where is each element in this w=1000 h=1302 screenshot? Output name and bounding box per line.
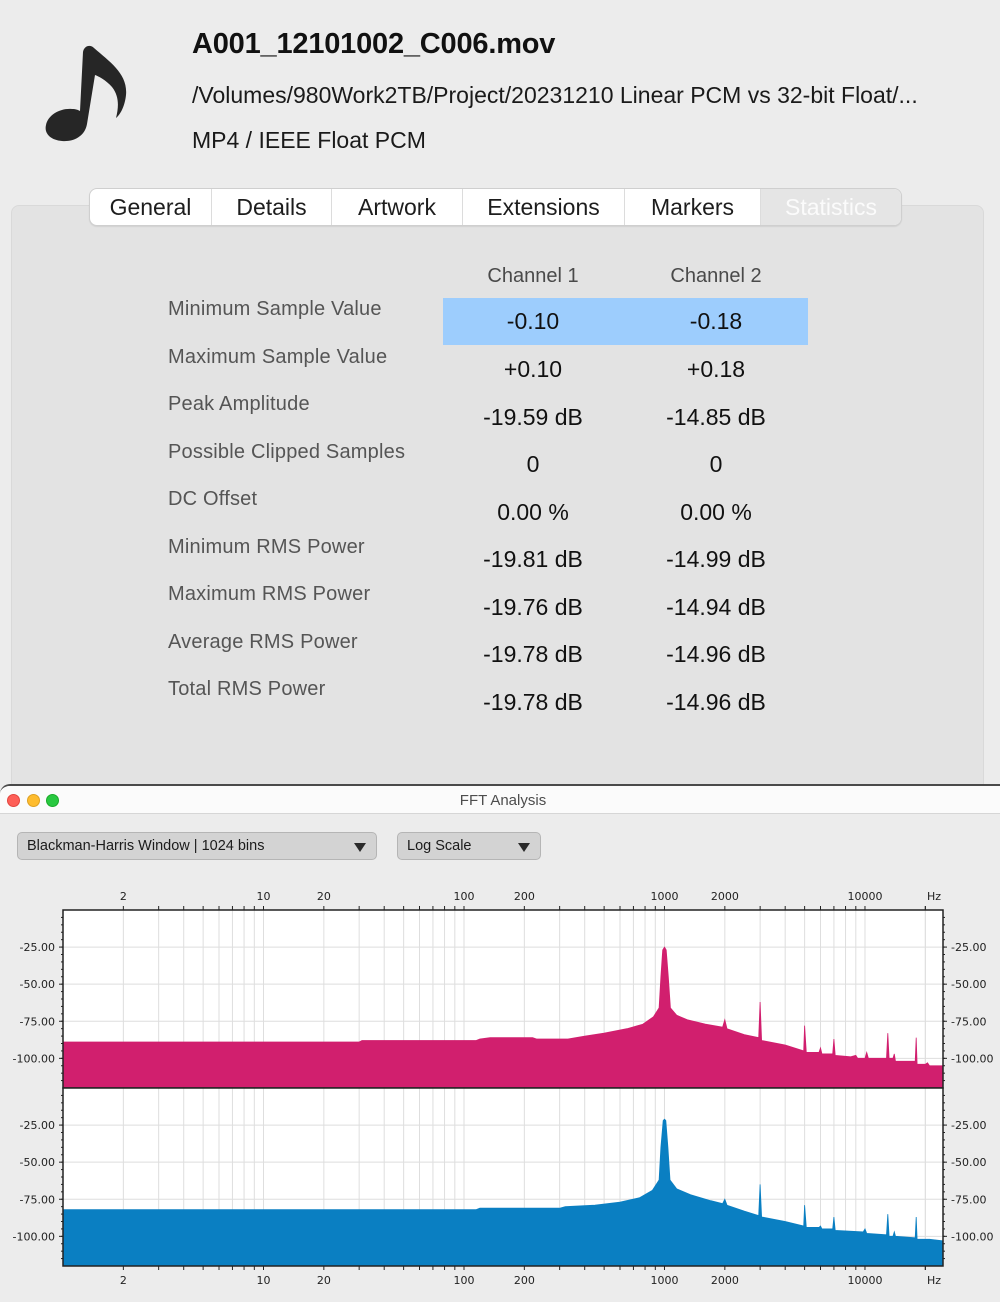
x-tick-label: 200: [514, 1274, 535, 1287]
x-tick-label: 10: [256, 890, 270, 903]
y-tick-label-right: -100.00: [951, 1230, 993, 1243]
y-tick-label-right: -50.00: [951, 978, 986, 991]
y-tick-label-right: -25.00: [951, 941, 986, 954]
y-tick-label-right: -25.00: [951, 1119, 986, 1132]
audio-file-info-window: A001_12101002_C006.mov /Volumes/980Work2…: [0, 0, 1000, 1302]
x-tick-label: 2: [120, 890, 127, 903]
x-tick-label: 10000: [847, 890, 882, 903]
y-tick-label-left: -25.00: [20, 1119, 55, 1132]
y-tick-label-right: -50.00: [951, 1156, 986, 1169]
x-unit-label: Hz: [927, 890, 941, 903]
y-tick-label-right: -75.00: [951, 1193, 986, 1206]
x-tick-label: 10: [256, 1274, 270, 1287]
x-tick-label: 1000: [650, 890, 678, 903]
y-tick-label-left: -50.00: [20, 1156, 55, 1169]
y-tick-label-right: -100.00: [951, 1052, 993, 1065]
y-tick-label-left: -75.00: [20, 1193, 55, 1206]
y-tick-label-left: -25.00: [20, 941, 55, 954]
y-tick-label-right: -75.00: [951, 1015, 986, 1028]
x-tick-label: 100: [453, 890, 474, 903]
x-tick-label: 20: [317, 890, 331, 903]
x-unit-label: Hz: [927, 1274, 941, 1287]
x-tick-label: 20: [317, 1274, 331, 1287]
x-tick-label: 100: [453, 1274, 474, 1287]
y-tick-label-left: -50.00: [20, 978, 55, 991]
y-tick-label-left: -75.00: [20, 1015, 55, 1028]
fft-charts: -25.00 -25.00 -50.00 -50.00 -75.00 -75.00 -100…: [13, 890, 994, 1287]
x-tick-label: 200: [514, 890, 535, 903]
x-tick-label: 10000: [847, 1274, 882, 1287]
y-tick-label-left: -100.00: [13, 1230, 55, 1243]
x-tick-label: 2000: [711, 890, 739, 903]
x-tick-label: 1000: [650, 1274, 678, 1287]
x-tick-label: 2: [120, 1274, 127, 1287]
y-tick-label-left: -100.00: [13, 1052, 55, 1065]
x-tick-label: 2000: [711, 1274, 739, 1287]
